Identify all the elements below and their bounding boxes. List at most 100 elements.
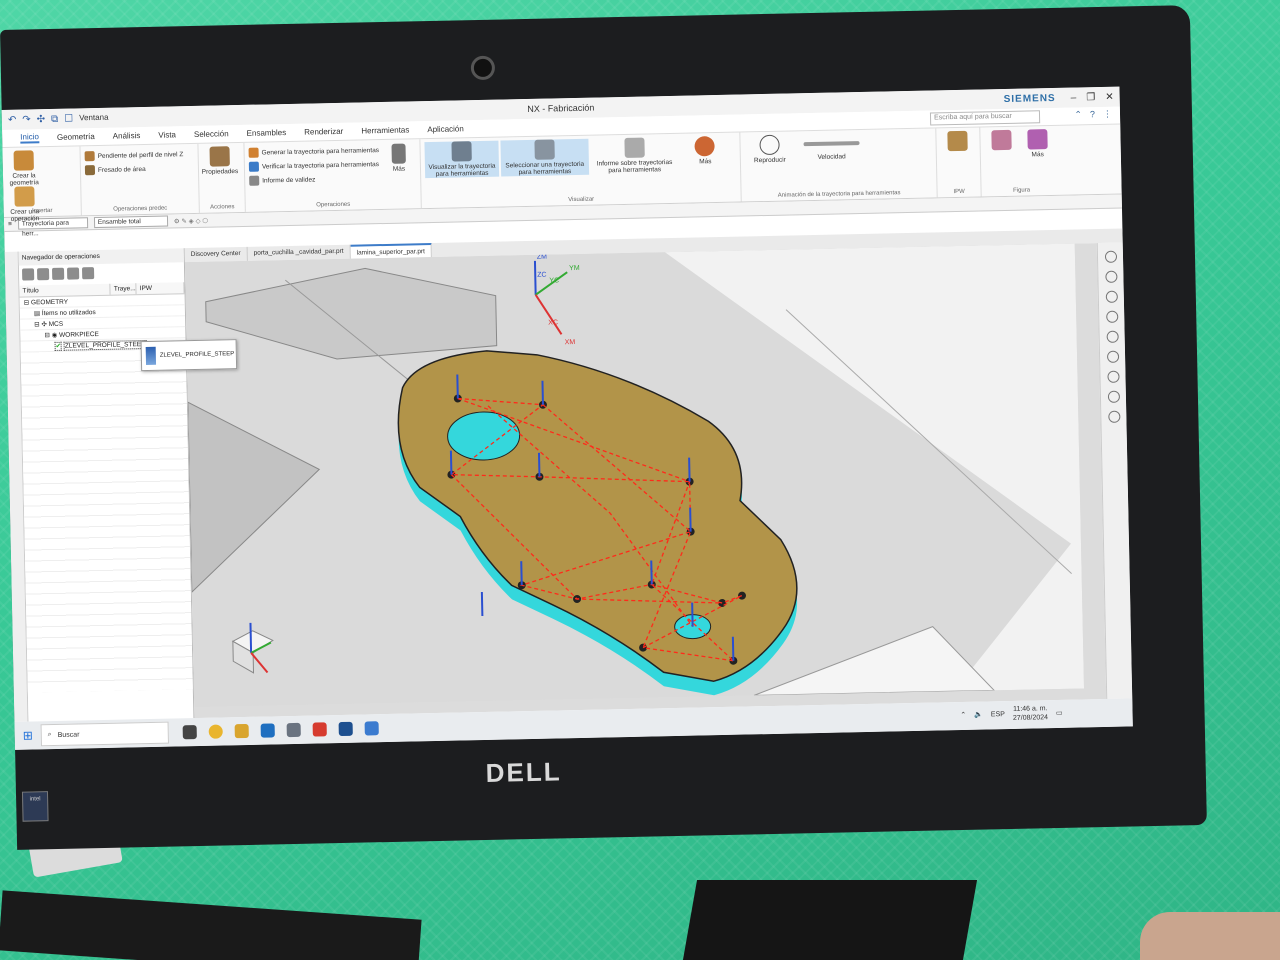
window-title: NX - Fabricación <box>527 102 595 114</box>
volume-icon[interactable]: 🔈 <box>974 711 983 719</box>
taskbar-search[interactable]: ⌕ Buscar <box>40 721 169 747</box>
pause-icon[interactable] <box>1107 390 1120 403</box>
workspace: Navegador de operaciones Título Traye...… <box>4 228 1133 722</box>
menu-renderizar[interactable]: Renderizar <box>304 127 343 137</box>
wifi-icon[interactable]: ⌃ <box>960 711 966 719</box>
view-icon[interactable] <box>1104 250 1117 263</box>
validity-report-button[interactable]: Informe de validez <box>249 170 416 187</box>
system-tray: ⌃ 🔈 ESP 11:46 a. m. 27/08/2024 ▭ <box>960 704 1063 724</box>
help-circle-icon[interactable] <box>1107 410 1120 423</box>
axis-label-xc: XC <box>548 319 558 326</box>
menu-ensambles[interactable]: Ensambles <box>247 128 287 138</box>
menu-geometria[interactable]: Geometría <box>57 132 95 142</box>
expand-icon[interactable] <box>81 267 95 280</box>
tab-discovery-center[interactable]: Discovery Center <box>184 246 248 263</box>
menu-inicio[interactable]: Inicio <box>20 132 40 144</box>
app-icon[interactable] <box>364 721 379 736</box>
group-ipw: IPW <box>936 127 982 198</box>
explorer-icon[interactable] <box>234 723 249 739</box>
column-ipw[interactable]: IPW <box>136 282 185 295</box>
menu-herramientas[interactable]: Herramientas <box>361 125 409 135</box>
play-button[interactable]: Reproducir <box>744 134 795 164</box>
siemens-logo: SIEMENS <box>1003 92 1056 105</box>
group-acciones: Propiedades Acciones <box>198 142 246 213</box>
figure-button[interactable] <box>984 129 1018 153</box>
toolpath-report-button[interactable]: Informe sobre trayectorias para herramie… <box>590 137 679 175</box>
geometry-view-icon[interactable] <box>51 267 65 280</box>
column-toolpath[interactable]: Traye... <box>110 283 137 295</box>
screen: ↶ ↷ ✣ ⧉ ☐ Ventana NX - Fabricación SIEME… <box>1 86 1133 750</box>
area-mill-button[interactable]: Fresado de área <box>84 161 194 177</box>
intel-sticker: intel <box>21 791 49 822</box>
scope-dropdown[interactable]: Ensamble total <box>93 215 168 229</box>
model-view[interactable]: ZM ZC YC YM XC XM <box>184 243 1085 708</box>
menu-analisis[interactable]: Análisis <box>113 131 141 141</box>
settings-icon[interactable] <box>1105 310 1118 323</box>
clock[interactable]: 11:46 a. m. 27/08/2024 <box>1013 704 1048 723</box>
nx-icon[interactable] <box>312 722 327 737</box>
menu-seleccion[interactable]: Selección <box>194 129 229 139</box>
close-icon[interactable]: ✕ <box>1105 91 1114 102</box>
axis-label-xm: XM <box>565 339 576 346</box>
axis-label-zc: ZC <box>537 272 546 279</box>
minimize-icon[interactable]: – <box>1071 92 1077 103</box>
chevron-up-icon[interactable]: ⌃ <box>1074 109 1082 120</box>
restore-icon[interactable]: ❐ <box>1086 92 1095 103</box>
ipw-button[interactable] <box>940 130 974 154</box>
notification-icon[interactable]: ▭ <box>1056 709 1063 717</box>
roles-icon[interactable] <box>1106 350 1119 363</box>
back-icon[interactable] <box>1106 370 1120 383</box>
create-operation-button[interactable]: Crear una operación <box>7 186 42 223</box>
group-visualizar: Visualizar la trayectoria para herramien… <box>420 132 742 209</box>
language-indicator[interactable]: ESP <box>991 711 1005 718</box>
task-view-icon[interactable] <box>182 725 197 740</box>
monitor-logo: DELL <box>485 756 562 788</box>
group-operaciones: Generar la trayectoria para herramientas… <box>244 139 422 212</box>
graphics-viewport[interactable]: ZM ZC YC YM XC XM <box>184 243 1107 719</box>
properties-button[interactable]: Propiedades <box>202 146 238 176</box>
group-animacion: Reproducir Velocidad Animación de la tra… <box>740 128 938 202</box>
hand <box>1140 912 1280 960</box>
help-icon[interactable]: ? <box>1090 109 1095 120</box>
redo-icon[interactable]: ↷ <box>22 114 31 125</box>
column-title[interactable]: Título <box>19 283 111 297</box>
machine-view-icon[interactable] <box>36 268 50 281</box>
play-icon[interactable] <box>1105 290 1118 303</box>
app-icon[interactable] <box>260 723 275 738</box>
taskbar-apps <box>182 721 379 740</box>
group-figura: Más Figura <box>980 126 1061 197</box>
create-geometry-button[interactable]: Crear la geometría <box>7 150 42 187</box>
copy-icon[interactable]: ⧉ <box>51 113 58 124</box>
window-menu[interactable]: Ventana <box>79 112 109 124</box>
operation-navigator: Navegador de operaciones Título Traye...… <box>18 248 238 722</box>
tooltip: ZLEVEL_PROFILE_STEEP <box>140 339 238 372</box>
speed-slider[interactable]: Velocidad <box>796 133 867 161</box>
menu-vista[interactable]: Vista <box>158 130 176 139</box>
snap-icon[interactable]: ✣ <box>37 114 46 125</box>
axis-label-zm: ZM <box>537 254 547 261</box>
group-insertar: Crear la geometría Crear una operación I… <box>2 146 82 223</box>
figure-more-button[interactable]: Más <box>1020 129 1055 159</box>
method-view-icon[interactable] <box>66 267 80 280</box>
windows-start-icon[interactable]: ⊞ <box>14 721 41 750</box>
history-icon[interactable] <box>1104 270 1118 283</box>
monitor: ↶ ↷ ✣ ⧉ ☐ Ventana NX - Fabricación SIEME… <box>0 5 1207 850</box>
command-search-input[interactable]: Escriba aquí para buscar <box>929 110 1041 126</box>
display-toolpath-button[interactable]: Visualizar la trayectoria para herramien… <box>424 140 500 179</box>
reuse-icon[interactable] <box>1106 330 1119 343</box>
chrome-icon[interactable] <box>208 724 223 739</box>
undo-icon[interactable]: ↶ <box>8 114 17 125</box>
window-icon[interactable]: ☐ <box>64 113 73 124</box>
program-view-icon[interactable] <box>22 268 35 281</box>
tree-empty-rows <box>20 349 193 693</box>
operations-more-button[interactable]: Más <box>381 143 416 173</box>
menu-aplicacion[interactable]: Aplicación <box>427 124 464 134</box>
more-icon[interactable]: ⋮ <box>1103 109 1112 120</box>
select-toolpath-button[interactable]: Seleccionar una trayectoria para herrami… <box>500 138 589 177</box>
app-icon[interactable] <box>286 722 301 738</box>
visualize-more-button[interactable]: Más <box>680 136 731 166</box>
monitor-stand <box>682 880 978 960</box>
filter-icons[interactable]: ⚙ ✎ ◈ ◇ ⬡ <box>174 216 208 225</box>
app-icon[interactable] <box>338 721 353 737</box>
axis-label-yc: YC <box>549 277 559 284</box>
